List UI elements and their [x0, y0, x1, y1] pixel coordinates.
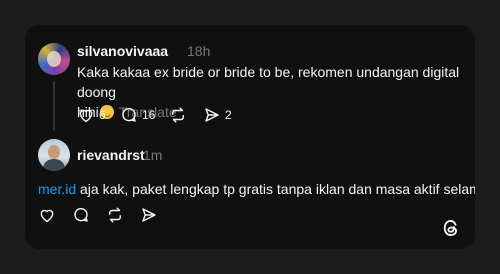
- share-count: 2: [225, 108, 232, 122]
- threads-logo-icon[interactable]: [441, 218, 461, 238]
- avatar-body: [43, 159, 65, 171]
- reply-repost-button[interactable]: [106, 205, 124, 225]
- comment-icon: [72, 206, 90, 224]
- mention-link[interactable]: mer.id: [38, 181, 76, 197]
- avatar-rievandrst[interactable]: [38, 139, 70, 171]
- post-repost-button[interactable]: [169, 105, 187, 125]
- post-timestamp[interactable]: 18h: [187, 43, 210, 59]
- reply-text: mer.id aja kak, paket lengkap tp gratis …: [38, 179, 475, 199]
- post-username[interactable]: silvanovivaaa: [77, 43, 168, 59]
- reply-username[interactable]: rievandrst: [77, 147, 145, 163]
- avatar-image: [47, 51, 61, 67]
- reply-text-body: aja kak, paket lengkap tp gratis tanpa i…: [76, 181, 475, 197]
- repost-icon: [169, 106, 187, 124]
- reply-timestamp[interactable]: 1m: [143, 147, 162, 163]
- post-share-button[interactable]: 2: [203, 105, 232, 125]
- comment-icon: [120, 106, 138, 124]
- like-count: 6: [99, 108, 106, 122]
- avatar-silvanovivaaa[interactable]: [38, 43, 70, 75]
- post-text-line1: Kaka kakaa ex bride or bride to be, reko…: [77, 64, 460, 100]
- repost-icon: [106, 206, 124, 224]
- avatar-head: [48, 145, 60, 159]
- thread-connector-line: [53, 81, 55, 131]
- reply-count: 16: [142, 108, 156, 122]
- reply-like-button[interactable]: [38, 205, 56, 225]
- reply-share-button[interactable]: [140, 205, 158, 225]
- send-icon: [140, 206, 158, 224]
- post-reply-button[interactable]: 16: [120, 105, 155, 125]
- heart-icon: [77, 106, 95, 124]
- heart-icon: [38, 206, 56, 224]
- post-like-button[interactable]: 6: [77, 105, 106, 125]
- reply-reply-button[interactable]: [72, 205, 90, 225]
- thread-card: silvanovivaaa 18h Kaka kakaa ex bride or…: [25, 25, 475, 249]
- send-icon: [203, 106, 221, 124]
